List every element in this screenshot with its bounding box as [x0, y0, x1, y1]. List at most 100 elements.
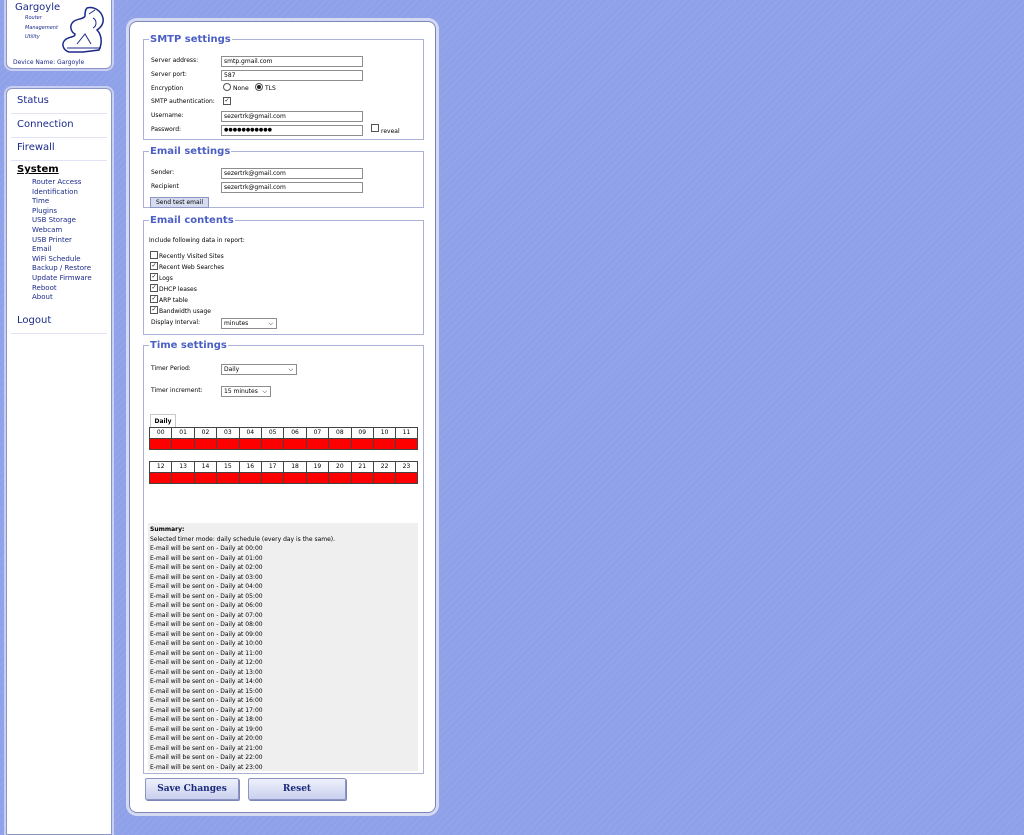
- sender-input[interactable]: sezertrk@gmail.com: [221, 168, 363, 179]
- submenu-item-about[interactable]: About: [32, 293, 92, 303]
- summary-line: E-mail will be sent on - Daily at 18:00: [150, 716, 263, 723]
- submenu-item-usb-storage[interactable]: USB Storage: [32, 216, 92, 226]
- visited-sites-checkbox[interactable]: [150, 251, 158, 259]
- section-title: Email settings: [150, 146, 231, 157]
- display-interval-label: Display Interval:: [151, 319, 201, 326]
- submenu-item-plugins[interactable]: Plugins: [32, 207, 92, 217]
- hour-cell[interactable]: 09: [350, 427, 373, 450]
- hour-cell[interactable]: 04: [238, 427, 261, 450]
- hour-label: 05: [261, 428, 284, 439]
- hour-cell[interactable]: 21: [350, 461, 373, 484]
- nav-item-logout[interactable]: Logout: [11, 311, 107, 334]
- reveal-password-checkbox[interactable]: [371, 124, 379, 132]
- hour-label: 14: [194, 462, 217, 473]
- hour-cell[interactable]: 22: [372, 461, 396, 484]
- submenu-item-backup-restore[interactable]: Backup / Restore: [32, 264, 92, 274]
- hour-cell[interactable]: 11: [395, 427, 418, 450]
- dhcp-leases-checkbox[interactable]: ✓: [150, 284, 158, 292]
- summary-line: E-mail will be sent on - Daily at 08:00: [150, 621, 263, 628]
- recipient-label: Recipient: [151, 183, 179, 190]
- arp-table-checkbox[interactable]: ✓: [150, 295, 158, 303]
- nav-item-firewall[interactable]: Firewall: [11, 138, 107, 161]
- summary-line: E-mail will be sent on - Daily at 03:00: [150, 573, 263, 581]
- hour-cell[interactable]: 07: [305, 427, 329, 450]
- sender-label: Sender:: [151, 169, 175, 176]
- summary-line: E-mail will be sent on - Daily at 06:00: [150, 602, 263, 609]
- send-test-email-button[interactable]: Send test email: [150, 197, 209, 208]
- smtp-auth-checkbox[interactable]: ✓: [223, 97, 231, 105]
- nav-item-status[interactable]: Status: [11, 91, 107, 114]
- chevron-down-icon: ⌵: [262, 388, 267, 395]
- hour-active-bar: [284, 473, 306, 483]
- encryption-label: Encryption: [151, 85, 184, 92]
- section-title: SMTP settings: [150, 34, 231, 45]
- device-name: Device Name: Gargoyle: [13, 59, 85, 66]
- hour-active-bar: [396, 439, 417, 449]
- submenu-item-identification[interactable]: Identification: [32, 188, 92, 198]
- hour-active-bar: [172, 439, 194, 449]
- hour-cell[interactable]: 18: [283, 461, 306, 484]
- hour-cell[interactable]: 01: [171, 427, 194, 450]
- password-label: Password:: [151, 126, 182, 133]
- hour-active-bar: [329, 473, 351, 483]
- reset-button[interactable]: Reset: [248, 778, 346, 800]
- summary-line: E-mail will be sent on - Daily at 19:00: [150, 725, 263, 733]
- timer-period-label: Timer Period:: [151, 365, 191, 372]
- hour-cell[interactable]: 02: [193, 427, 217, 450]
- submenu-item-router-access[interactable]: Router Access: [32, 178, 92, 188]
- submenu-item-webcam[interactable]: Webcam: [32, 226, 92, 236]
- submenu-item-time[interactable]: Time: [32, 197, 92, 207]
- hour-label: 09: [351, 428, 373, 439]
- display-interval-select[interactable]: minutes ⌵: [221, 318, 277, 329]
- nav-item-system-current[interactable]: System: [17, 164, 59, 175]
- submenu-item-reboot[interactable]: Reboot: [32, 284, 92, 294]
- submenu-item-usb-printer[interactable]: USB Printer: [32, 236, 92, 246]
- password-input[interactable]: ●●●●●●●●●●●: [221, 125, 363, 136]
- summary-line: E-mail will be sent on - Daily at 05:00: [150, 592, 263, 600]
- hour-cell[interactable]: 05: [260, 427, 284, 450]
- encryption-none-radio[interactable]: [223, 83, 231, 91]
- encryption-tls-radio[interactable]: [255, 83, 263, 91]
- username-input[interactable]: sezertrk@gmail.com: [221, 111, 363, 122]
- bandwidth-usage-checkbox[interactable]: ✓: [150, 306, 158, 314]
- submenu-item-email[interactable]: Email: [32, 245, 92, 255]
- hour-label: 13: [172, 462, 194, 473]
- save-changes-button[interactable]: Save Changes: [145, 778, 239, 800]
- logs-checkbox[interactable]: ✓: [150, 273, 158, 281]
- hour-cell[interactable]: 06: [283, 427, 306, 450]
- hour-active-bar: [194, 439, 217, 449]
- hour-cell[interactable]: 08: [328, 427, 351, 450]
- hour-cell[interactable]: 19: [305, 461, 329, 484]
- submenu-item-update-firmware[interactable]: Update Firmware: [32, 274, 92, 284]
- hour-label: 17: [261, 462, 284, 473]
- summary-line: E-mail will be sent on - Daily at 13:00: [150, 668, 263, 676]
- hour-cell[interactable]: 16: [238, 461, 261, 484]
- summary-line: E-mail will be sent on - Daily at 15:00: [150, 687, 263, 695]
- hour-cell[interactable]: 20: [328, 461, 351, 484]
- server-address-input[interactable]: smtp.gmail.com: [221, 56, 363, 67]
- hour-cell[interactable]: 03: [216, 427, 239, 450]
- hour-cell[interactable]: 23: [395, 461, 418, 484]
- nav-item-label: Connection: [17, 119, 74, 130]
- hour-cell[interactable]: 12: [149, 461, 172, 484]
- logo-subtitle: Management: [25, 25, 58, 31]
- recipient-input[interactable]: sezertrk@gmail.com: [221, 182, 363, 193]
- hour-cell[interactable]: 14: [193, 461, 217, 484]
- web-searches-checkbox[interactable]: ✓: [150, 262, 158, 270]
- chevron-down-icon: ⌵: [288, 366, 293, 373]
- nav-item-connection[interactable]: Connection: [11, 115, 107, 138]
- hour-cell[interactable]: 10: [372, 427, 396, 450]
- hour-label: 04: [239, 428, 261, 439]
- hour-label: 15: [217, 462, 239, 473]
- timer-increment-select[interactable]: 15 minutes ⌵: [221, 386, 271, 397]
- hour-grid-row-pm: 12 13 14 15 16 17 18 19 20 21 22 23: [149, 461, 418, 484]
- hour-cell[interactable]: 13: [171, 461, 194, 484]
- chevron-down-icon: ⌵: [268, 320, 273, 327]
- hour-active-bar: [373, 473, 396, 483]
- timer-period-select[interactable]: Daily ⌵: [221, 364, 297, 375]
- hour-cell[interactable]: 15: [216, 461, 239, 484]
- submenu-item-wifi-schedule[interactable]: WiFi Schedule: [32, 255, 92, 265]
- server-port-input[interactable]: 587: [221, 70, 363, 81]
- hour-cell[interactable]: 17: [260, 461, 284, 484]
- hour-cell[interactable]: 00: [149, 427, 172, 450]
